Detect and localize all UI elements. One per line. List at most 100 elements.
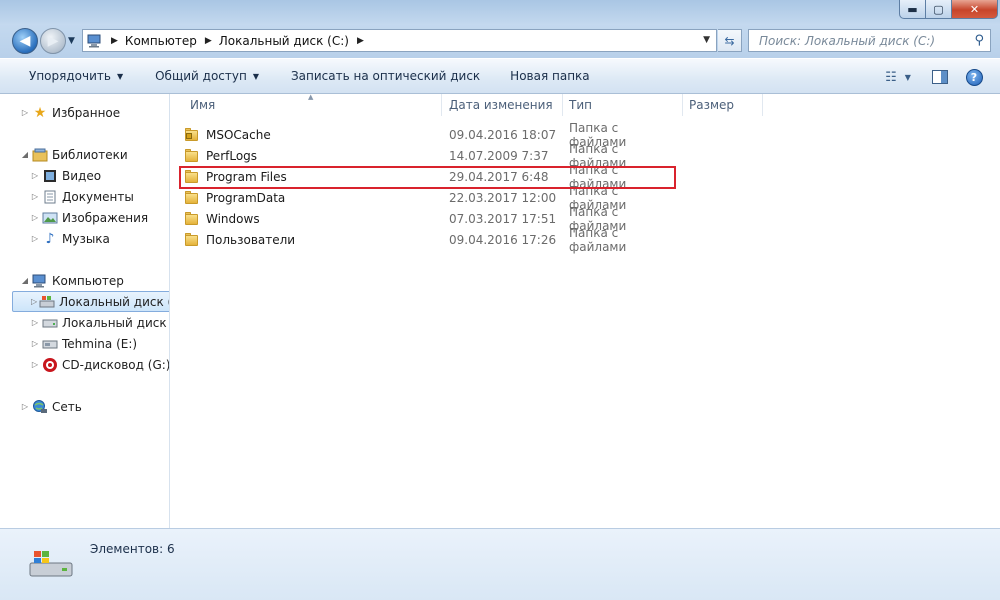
recent-pages-dropdown[interactable]: ▼: [68, 36, 75, 46]
expand-icon[interactable]: ▷: [30, 318, 40, 327]
system-drive-icon: [29, 551, 73, 577]
tree-label: Видео: [62, 168, 102, 183]
list-view-icon: ☷: [885, 69, 897, 85]
drive-icon: [42, 315, 58, 331]
network-icon: [32, 399, 48, 415]
tree-images[interactable]: ▷ Изображения: [30, 207, 148, 228]
file-date: 09.04.2016 17:26: [449, 232, 557, 247]
chevron-down-icon: ▼: [116, 71, 124, 81]
breadcrumb: ▶ Компьютер ▶ Локальный диск (C:) ▶: [107, 34, 371, 48]
tree-label: Tehmina (E:): [62, 336, 138, 351]
file-name: ProgramData: [206, 190, 286, 205]
tree-label: Локальный диск (C:): [59, 294, 169, 309]
file-row-users[interactable]: Пользователи 09.04.2016 17:26 Папка с фа…: [184, 226, 674, 254]
column-label: Размер: [689, 98, 735, 112]
tree-drive-e[interactable]: ▷ Tehmina (E:): [30, 333, 137, 354]
column-label: Дата изменения: [449, 98, 553, 112]
system-drive-icon: [39, 294, 55, 310]
search-input[interactable]: Поиск: Локальный диск (C:) ⚲: [748, 29, 991, 52]
expand-icon[interactable]: ▷: [30, 213, 40, 222]
view-options-button[interactable]: ☷ ▼: [878, 65, 918, 89]
tree-label: Локальный диск (D:): [62, 315, 169, 330]
title-bar: ▬ ▢ ✕: [0, 0, 1000, 24]
music-note-icon: ♪: [45, 230, 55, 247]
tree-label: CD-дисковод (G:) C: [62, 357, 170, 372]
refresh-button[interactable]: ⇆: [718, 29, 742, 52]
column-label: Тип: [569, 98, 592, 112]
address-dropdown-icon[interactable]: ▼: [703, 35, 710, 45]
film-icon: [42, 168, 58, 184]
cd-icon: [42, 357, 58, 373]
expand-icon[interactable]: ▷: [31, 297, 37, 306]
address-bar[interactable]: ▶ Компьютер ▶ Локальный диск (C:) ▶ ▼: [82, 29, 717, 52]
file-date: 09.04.2016 18:07: [449, 127, 557, 142]
breadcrumb-computer[interactable]: Компьютер: [125, 34, 197, 48]
forward-button[interactable]: ▶: [40, 28, 66, 54]
chevron-down-icon: ▼: [904, 72, 911, 82]
organize-button[interactable]: Упорядочить ▼: [0, 63, 137, 89]
preview-pane-button[interactable]: [928, 65, 952, 89]
command-bar: Упорядочить ▼ Общий доступ ▼ Записать на…: [0, 58, 1000, 94]
chevron-down-icon: ▼: [252, 71, 259, 81]
share-button[interactable]: Общий доступ ▼: [137, 63, 273, 89]
refresh-icon: ⇆: [724, 33, 735, 48]
document-icon: [42, 189, 58, 205]
expand-icon[interactable]: ▷: [30, 234, 40, 243]
tree-music[interactable]: ▷ ♪ Музыка: [30, 228, 110, 249]
search-icon[interactable]: ⚲: [974, 33, 984, 48]
tree-drive-c[interactable]: ▷ Локальный диск (C:): [12, 291, 169, 312]
star-icon: ★: [33, 104, 47, 121]
address-row: ◀ ▶ ▼ ▶ Компьютер ▶ Локальный диск (C:) …: [0, 24, 1000, 58]
tree-video[interactable]: ▷ Видео: [30, 165, 101, 186]
picture-icon: [42, 210, 58, 226]
back-button[interactable]: ◀: [12, 28, 38, 54]
file-type: Папка с файлами: [569, 225, 627, 254]
locked-folder-icon: [184, 127, 200, 142]
expand-icon[interactable]: ▷: [20, 108, 30, 117]
expand-icon[interactable]: ▷: [30, 360, 40, 369]
tree-libraries[interactable]: ◢ Библиотеки: [20, 144, 128, 165]
chevron-right-icon: ▶: [204, 35, 212, 46]
column-header-type[interactable]: Тип: [563, 94, 683, 116]
file-date: 22.03.2017 12:00: [449, 190, 557, 205]
column-header-size[interactable]: Размер: [683, 94, 763, 116]
folder-icon: [184, 190, 200, 205]
chevron-right-icon: ▶: [356, 35, 364, 46]
file-list-pane: Имя ▲ Дата изменения Тип Размер MSOCache…: [170, 93, 1000, 528]
arrow-right-icon: ▶: [47, 33, 59, 49]
tree-drive-g[interactable]: ▷ CD-дисковод (G:) C: [30, 354, 170, 375]
folder-icon: [184, 148, 200, 163]
breadcrumb-drive-c[interactable]: Локальный диск (C:): [219, 34, 349, 48]
arrow-left-icon: ◀: [19, 33, 31, 49]
search-placeholder: Поиск: Локальный диск (C:): [759, 33, 936, 48]
file-name: MSOCache: [206, 127, 271, 142]
collapse-icon[interactable]: ◢: [20, 276, 30, 285]
tree-computer[interactable]: ◢ Компьютер: [20, 270, 124, 291]
file-date: 07.03.2017 17:51: [449, 211, 557, 226]
minimize-button[interactable]: ▬: [899, 0, 926, 19]
burn-button[interactable]: Записать на оптический диск: [273, 63, 494, 89]
maximize-button[interactable]: ▢: [926, 0, 952, 19]
item-count: Элементов: 6: [90, 542, 175, 556]
expand-icon[interactable]: ▷: [30, 171, 40, 180]
column-header-date[interactable]: Дата изменения: [443, 94, 563, 116]
expand-icon[interactable]: ▷: [30, 339, 40, 348]
tree-label: Избранное: [52, 105, 121, 120]
expand-icon[interactable]: ▷: [30, 192, 40, 201]
help-icon: ?: [965, 68, 983, 86]
tree-favorites[interactable]: ▷ ★ Избранное: [20, 102, 120, 123]
expand-icon[interactable]: ▷: [20, 402, 30, 411]
close-button[interactable]: ✕: [952, 0, 998, 19]
tree-label: Сеть: [52, 399, 82, 414]
tree-drive-d[interactable]: ▷ Локальный диск (D:): [30, 312, 169, 333]
preview-pane-icon: [932, 70, 948, 84]
organize-label: Упорядочить: [29, 69, 111, 83]
new-folder-button[interactable]: Новая папка: [494, 63, 603, 89]
window-controls: ▬ ▢ ✕: [899, 0, 998, 19]
tree-network[interactable]: ▷ Сеть: [20, 396, 82, 417]
collapse-icon[interactable]: ◢: [20, 150, 30, 159]
tree-label: Документы: [62, 189, 134, 204]
help-button[interactable]: ?: [962, 65, 986, 89]
tree-documents[interactable]: ▷ Документы: [30, 186, 134, 207]
navigation-pane: ▷ ★ Избранное ◢ Библиотеки ▷ Видео ▷ Док…: [0, 94, 170, 528]
